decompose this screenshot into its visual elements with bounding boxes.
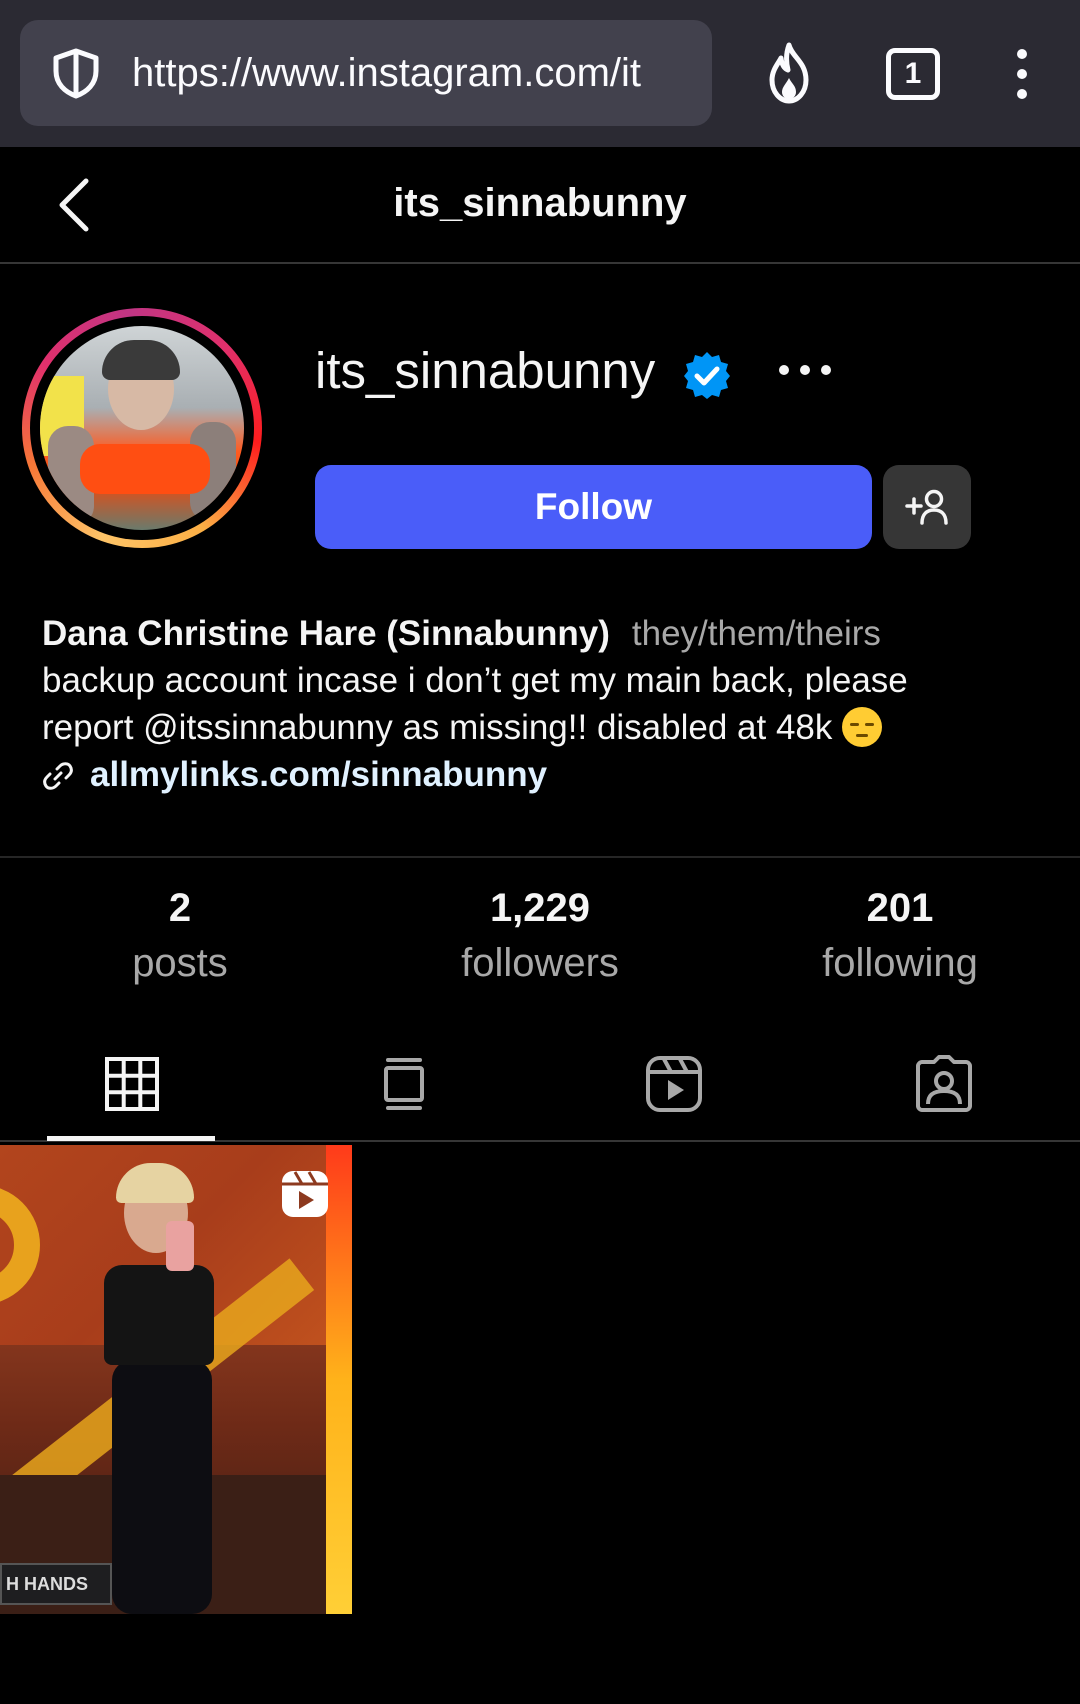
tab-guides[interactable]: [270, 1040, 540, 1140]
follow-button[interactable]: Follow: [315, 465, 872, 549]
post-sign: H HANDS: [0, 1563, 112, 1605]
kebab-menu-icon[interactable]: [1010, 46, 1034, 102]
url-bar[interactable]: https://www.instagram.com/it: [20, 20, 712, 126]
profile-tab-bar: [0, 1040, 1080, 1142]
posts-label: posts: [132, 941, 228, 985]
post-subject-legs: [112, 1360, 212, 1614]
link-icon: [43, 762, 73, 790]
bio-name-row: Dana Christine Hare (Sinnabunny) they/the…: [42, 610, 1052, 657]
bio-text-line: backup account incase i don’t get my mai…: [42, 661, 908, 700]
bio-link[interactable]: allmylinks.com/sinnabunny: [42, 751, 1052, 798]
active-tab-indicator: [47, 1136, 215, 1141]
avatar-story-ring[interactable]: [22, 308, 262, 548]
guides-icon: [384, 1058, 424, 1110]
profile-bio: Dana Christine Hare (Sinnabunny) they/the…: [42, 610, 1052, 798]
profile-header: its_sinnabunny: [0, 147, 1080, 264]
url-text[interactable]: https://www.instagram.com/it: [132, 20, 712, 126]
verified-badge-icon: [684, 352, 730, 399]
profile-stats: 2 posts 1,229 followers 201 following: [0, 880, 1080, 1000]
avatar[interactable]: [40, 326, 244, 530]
fire-icon[interactable]: [762, 42, 816, 104]
reel-icon: [282, 1171, 328, 1217]
post-subject-body: [104, 1265, 214, 1365]
bio-link-text[interactable]: allmylinks.com/sinnabunny: [90, 755, 547, 794]
more-options-icon[interactable]: [776, 356, 834, 384]
grid-icon: [105, 1057, 159, 1111]
full-name: Dana Christine Hare (Sinnabunny): [42, 614, 610, 653]
shield-icon[interactable]: [50, 47, 102, 99]
tab-reels[interactable]: [540, 1040, 810, 1140]
reels-icon: [646, 1056, 702, 1112]
back-arrow-icon[interactable]: [52, 175, 96, 235]
stat-posts: 2 posts: [0, 880, 360, 990]
browser-toolbar: https://www.instagram.com/it 1: [0, 0, 1080, 147]
stat-following[interactable]: 201 following: [720, 880, 1080, 990]
profile-username: its_sinnabunny: [315, 342, 656, 399]
stats-divider: [0, 856, 1080, 858]
avatar-hair: [102, 340, 180, 380]
posts-count: 2: [168, 886, 192, 930]
bio-text-line-2: report @itssinnabunny as missing!! disab…: [42, 704, 1052, 751]
header-title: its_sinnabunny: [393, 181, 687, 225]
post-thumbnail[interactable]: H HANDS: [0, 1145, 352, 1614]
post-subject-phone: [166, 1221, 194, 1271]
stat-followers[interactable]: 1,229 followers: [360, 880, 720, 990]
tabs-counter-button[interactable]: 1: [886, 48, 940, 100]
following-label[interactable]: following: [720, 936, 1080, 990]
bio-text: report @itssinnabunny as missing!! disab…: [42, 708, 833, 747]
pronouns: they/them/theirs: [631, 614, 881, 653]
followers-label[interactable]: followers: [360, 936, 720, 990]
followers-count[interactable]: 1,229: [360, 880, 720, 936]
avatar-gap: [30, 316, 254, 540]
following-count[interactable]: 201: [720, 880, 1080, 936]
suggested-users-button[interactable]: [883, 465, 971, 549]
add-user-icon: [905, 489, 948, 525]
tagged-icon: [916, 1055, 972, 1112]
tab-tagged[interactable]: [810, 1040, 1080, 1140]
tab-posts-grid[interactable]: [0, 1040, 270, 1140]
pensive-face-emoji-icon: [842, 707, 883, 747]
avatar-top: [80, 444, 210, 494]
